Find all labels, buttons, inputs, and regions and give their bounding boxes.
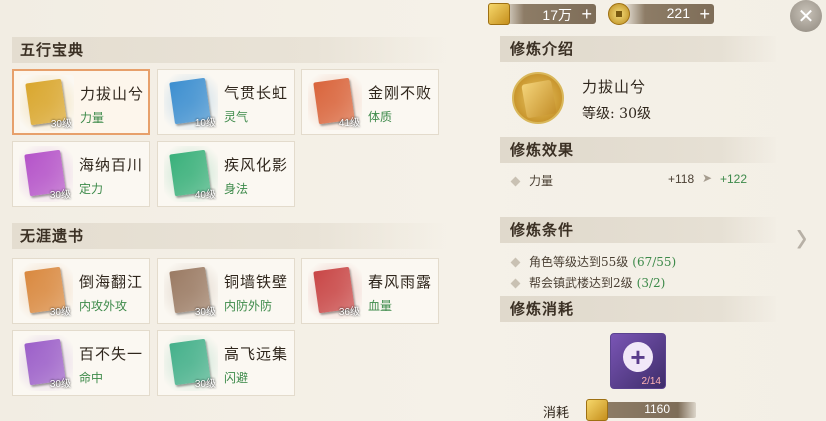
- plus-icon: +: [623, 342, 653, 372]
- selected-book-level: 等级: 30级: [582, 106, 651, 122]
- book-card[interactable]: 40级 疾风化影身法: [157, 141, 295, 207]
- copper-coin-icon: [608, 3, 630, 25]
- book-name: 力拔山兮: [80, 85, 145, 103]
- condition-text-1: 角色等级达到55级: [529, 255, 629, 269]
- arrow-right-icon: ➤: [702, 171, 713, 185]
- book-card[interactable]: 30级 倒海翻江内攻外攻: [12, 258, 150, 324]
- book-attribute: 内防外防: [224, 299, 273, 313]
- book-name: 春风雨露: [368, 273, 433, 291]
- condition-row-2: 帮会镇武楼达到2级 (3/2): [510, 274, 666, 291]
- book-level: 41级: [338, 118, 360, 129]
- book-name: 铜墙铁壁: [224, 273, 289, 291]
- condition-header: 修炼条件: [500, 217, 776, 243]
- book-icon: 30级: [164, 335, 218, 391]
- book-level: 30级: [49, 190, 71, 201]
- book-icon: 36级: [308, 263, 362, 319]
- book-card[interactable]: 30级 铜墙铁壁内防外防: [157, 258, 295, 324]
- add-coin-button[interactable]: +: [699, 4, 710, 24]
- selected-book-icon: [512, 72, 564, 124]
- book-icon: 30级: [20, 75, 74, 131]
- bullet-icon: [510, 278, 521, 289]
- book-card[interactable]: 30级 力拔山兮力量: [12, 69, 150, 135]
- coin-value: 221: [666, 5, 690, 21]
- book-attribute: 力量: [80, 111, 105, 125]
- bullet-icon: [510, 176, 521, 187]
- book-attribute: 命中: [79, 371, 104, 385]
- book-level: 10级: [194, 118, 216, 129]
- condition-progress-2: (3/2): [636, 276, 666, 290]
- book-card[interactable]: 30级 高飞远集闪避: [157, 330, 295, 396]
- gold-ingot-icon: [488, 3, 510, 25]
- add-gold-button[interactable]: +: [581, 4, 592, 24]
- book-icon: 30级: [164, 263, 218, 319]
- book-icon: 40级: [164, 146, 218, 202]
- book-attribute: 闪避: [224, 371, 249, 385]
- bullet-icon: [510, 257, 521, 268]
- book-name: 倒海翻江: [79, 273, 144, 291]
- book-card[interactable]: 36级 春风雨露血量: [301, 258, 439, 324]
- book-icon: 10级: [164, 74, 218, 130]
- book-attribute: 身法: [224, 182, 249, 196]
- book-name: 海纳百川: [79, 156, 144, 174]
- book-name: 金刚不败: [368, 84, 433, 102]
- book-icon: 41级: [308, 74, 362, 130]
- effect-stat: 力量: [529, 174, 554, 188]
- cost-amount: 1160: [606, 402, 696, 418]
- book-card[interactable]: 30级 百不失一命中: [12, 330, 150, 396]
- book-attribute: 定力: [79, 182, 104, 196]
- close-button[interactable]: ✕: [790, 0, 822, 32]
- next-page-arrow-icon[interactable]: ›: [796, 210, 807, 265]
- condition-row-1: 角色等级达到55级 (67/55): [510, 253, 677, 270]
- book-icon: 30级: [19, 335, 73, 391]
- cost-header: 修炼消耗: [500, 296, 776, 322]
- selected-book-name: 力拔山兮: [582, 78, 647, 96]
- book-name: 气贯长虹: [224, 84, 289, 102]
- gold-ingot-icon: [586, 399, 608, 421]
- condition-text-2: 帮会镇武楼达到2级: [529, 276, 633, 290]
- book-level: 40级: [194, 190, 216, 201]
- gold-currency: 17万 +: [500, 4, 596, 24]
- book-level: 30级: [50, 119, 72, 130]
- book-level: 30级: [194, 307, 216, 318]
- book-attribute: 内攻外攻: [79, 299, 128, 313]
- book-icon: 30级: [19, 263, 73, 319]
- book-level: 30级: [49, 379, 71, 390]
- book-card[interactable]: 41级 金刚不败体质: [301, 69, 439, 135]
- effect-from: +118: [668, 172, 695, 186]
- gold-value: 17万: [542, 7, 572, 23]
- book-level: 30级: [194, 379, 216, 390]
- book-attribute: 体质: [368, 110, 393, 124]
- cost-value: 1160: [644, 402, 670, 416]
- effect-to: +122: [720, 172, 748, 186]
- book-name: 百不失一: [79, 345, 144, 363]
- book-name: 高飞远集: [224, 345, 289, 363]
- section-title-wuya: 无涯遗书: [12, 223, 446, 249]
- book-card[interactable]: 10级 气贯长虹灵气: [157, 69, 295, 135]
- coin-currency: 221 +: [622, 4, 714, 24]
- book-attribute: 灵气: [224, 110, 249, 124]
- book-icon: 30级: [19, 146, 73, 202]
- book-level: 36级: [338, 307, 360, 318]
- book-level: 30级: [49, 307, 71, 318]
- section-title-wuxing: 五行宝典: [12, 37, 446, 63]
- cost-item-count: 2/14: [641, 376, 661, 387]
- book-name: 疾风化影: [224, 156, 289, 174]
- condition-progress-1: (67/55): [632, 255, 677, 269]
- book-card[interactable]: 30级 海纳百川定力: [12, 141, 150, 207]
- effect-row: 力量 +118 ➤ +122: [510, 171, 772, 189]
- cost-item-slot[interactable]: + 2/14: [610, 333, 666, 389]
- book-attribute: 血量: [368, 299, 393, 313]
- intro-header: 修炼介绍: [500, 36, 776, 62]
- effect-header: 修炼效果: [500, 137, 776, 163]
- cost-label: 消耗: [543, 406, 570, 421]
